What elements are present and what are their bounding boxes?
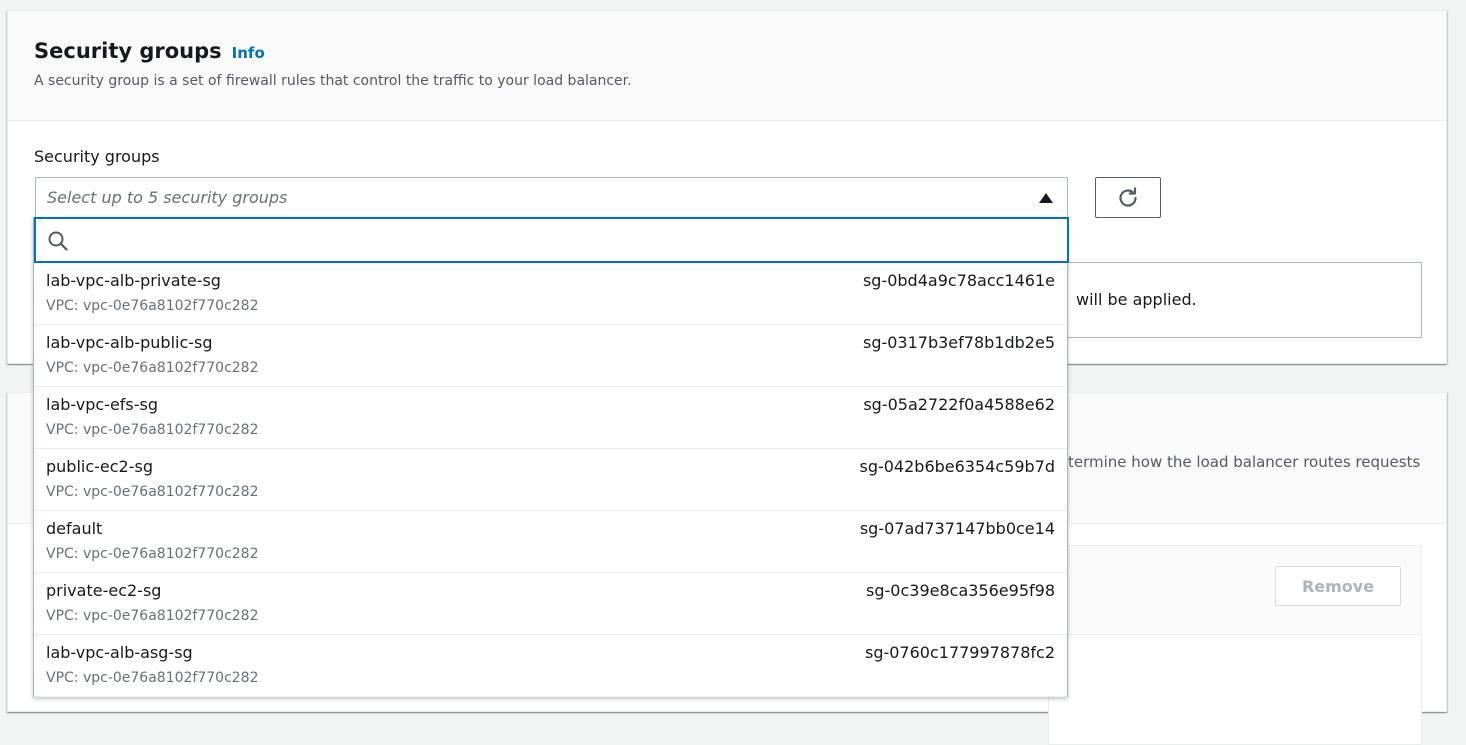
option-vpc: VPC: vpc-0e76a8102f770c282: [46, 608, 259, 624]
dropdown-option[interactable]: default VPC: vpc-0e76a8102f770c282 sg-07…: [34, 511, 1067, 573]
option-name: lab-vpc-efs-sg: [46, 395, 159, 414]
security-groups-select[interactable]: Select up to 5 security groups: [35, 177, 1068, 217]
listeners-description: termine how the load balancer routes req…: [1068, 453, 1421, 471]
caret-up-icon: [1039, 193, 1053, 203]
option-name: private-ec2-sg: [46, 581, 162, 600]
security-groups-field-label: Security groups: [34, 147, 160, 166]
refresh-icon: [1119, 186, 1137, 207]
title-row: Security groups Info: [34, 39, 265, 63]
option-id: sg-07ad737147bb0ce14: [859, 519, 1055, 538]
option-vpc: VPC: vpc-0e76a8102f770c282: [46, 422, 259, 438]
option-id: sg-05a2722f0a4588e62: [863, 395, 1055, 414]
dropdown-option[interactable]: private-ec2-sg VPC: vpc-0e76a8102f770c28…: [34, 573, 1067, 635]
option-name: lab-vpc-alb-asg-sg: [46, 643, 193, 662]
option-id: sg-0bd4a9c78acc1461e: [862, 271, 1055, 290]
dropdown-search-box[interactable]: [34, 217, 1069, 263]
security-groups-dropdown: lab-vpc-alb-private-sg VPC: vpc-0e76a810…: [33, 217, 1069, 697]
alert-box: will be applied.: [1048, 262, 1422, 338]
option-name: public-ec2-sg: [46, 457, 153, 476]
option-id: sg-0c39e8ca356e95f98: [866, 581, 1055, 600]
remove-button[interactable]: Remove: [1275, 566, 1401, 606]
option-vpc: VPC: vpc-0e76a8102f770c282: [46, 484, 259, 500]
dropdown-option[interactable]: lab-vpc-alb-asg-sg VPC: vpc-0e76a8102f77…: [34, 635, 1067, 697]
panel-title: Security groups: [34, 39, 222, 63]
option-name: lab-vpc-alb-public-sg: [46, 333, 213, 352]
option-vpc: VPC: vpc-0e76a8102f770c282: [46, 670, 259, 686]
option-id: sg-0760c177997878fc2: [864, 643, 1055, 662]
alert-text: will be applied.: [1076, 290, 1197, 309]
option-id: sg-042b6be6354c59b7d: [859, 457, 1055, 476]
listener-card-header: Remove: [1049, 546, 1421, 635]
option-id: sg-0317b3ef78b1db2e5: [862, 333, 1055, 352]
search-icon: [48, 231, 68, 251]
security-groups-panel-header: Security groups Info A security group is…: [8, 11, 1446, 121]
select-placeholder: Select up to 5 security groups: [47, 188, 288, 207]
refresh-button[interactable]: [1095, 177, 1161, 218]
option-vpc: VPC: vpc-0e76a8102f770c282: [46, 546, 259, 562]
dropdown-option[interactable]: public-ec2-sg VPC: vpc-0e76a8102f770c282…: [34, 449, 1067, 511]
dropdown-option[interactable]: lab-vpc-efs-sg VPC: vpc-0e76a8102f770c28…: [34, 387, 1067, 449]
panel-description: A security group is a set of firewall ru…: [34, 73, 632, 89]
search-input[interactable]: [76, 227, 1060, 255]
option-name: lab-vpc-alb-private-sg: [46, 271, 221, 290]
option-vpc: VPC: vpc-0e76a8102f770c282: [46, 360, 259, 376]
info-link[interactable]: Info: [232, 44, 265, 62]
dropdown-option[interactable]: lab-vpc-alb-private-sg VPC: vpc-0e76a810…: [34, 263, 1067, 325]
option-name: default: [46, 519, 103, 538]
listener-card: Remove: [1048, 545, 1422, 745]
option-vpc: VPC: vpc-0e76a8102f770c282: [46, 298, 259, 314]
dropdown-option[interactable]: lab-vpc-alb-public-sg VPC: vpc-0e76a8102…: [34, 325, 1067, 387]
